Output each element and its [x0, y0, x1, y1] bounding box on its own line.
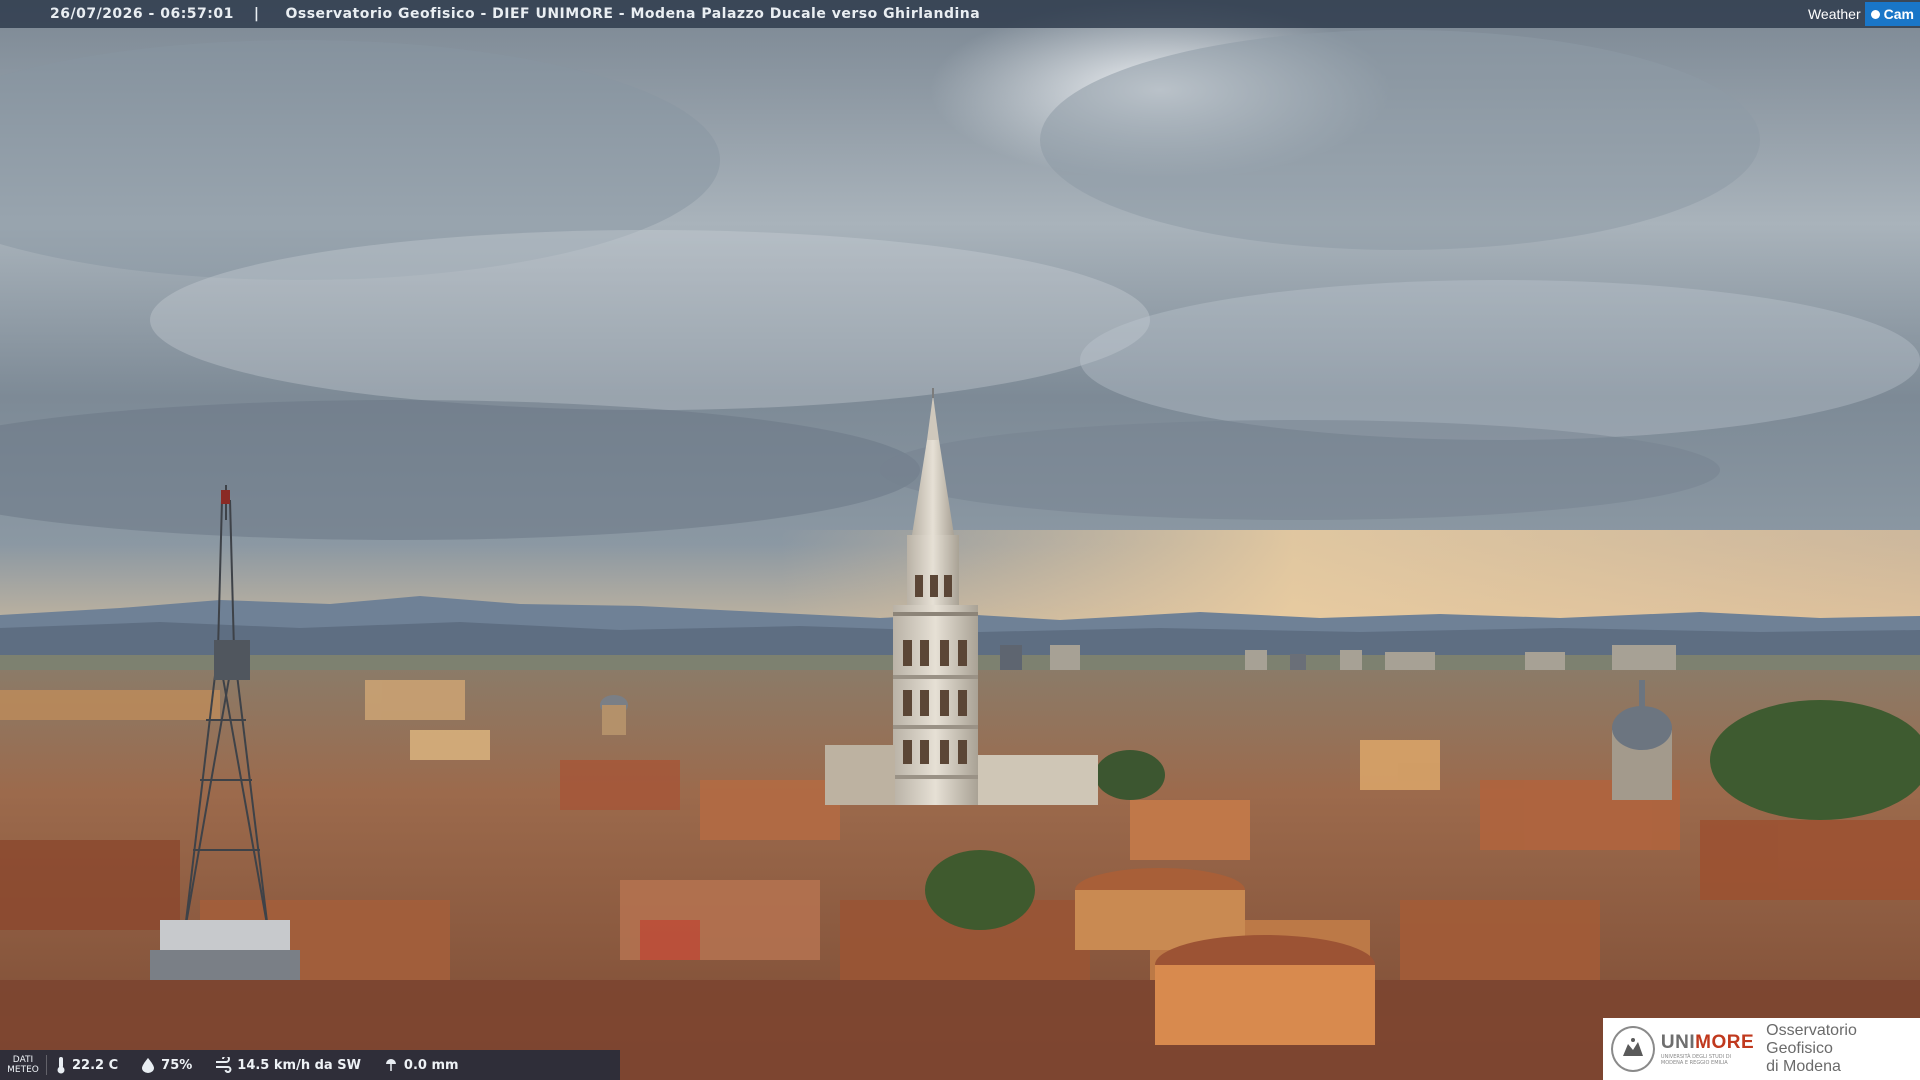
meteo-label-line1: DATI: [12, 1055, 34, 1065]
observatory-name: Osservatorio Geofisico di Modena: [1766, 1022, 1920, 1076]
humidity-reading: 75%: [140, 1057, 192, 1073]
thermometer-icon: [55, 1056, 67, 1074]
wind-reading: 14.5 km/h da SW: [214, 1057, 361, 1073]
weathercam-logo: Weather Cam: [1808, 0, 1920, 28]
camera-caption: Osservatorio Geofisico - DIEF UNIMORE - …: [285, 6, 981, 22]
brand-dot-icon: [1870, 9, 1880, 19]
wind-icon: [214, 1057, 232, 1073]
university-subtitle: UNIVERSITÀ DEGLI STUDI DI MODENA E REGGI…: [1660, 1054, 1732, 1066]
rain-gauge-icon: [383, 1057, 399, 1073]
brand-cam-text: Cam: [1883, 6, 1914, 22]
university-seal-icon: [1611, 1026, 1655, 1072]
caption-bar: 26/07/2026 - 06:57:01 | Osservatorio Geo…: [0, 0, 1920, 28]
humidity-icon: [140, 1057, 156, 1073]
humidity-value: 75%: [161, 1057, 193, 1073]
observatory-line1: Osservatorio Geofisico: [1766, 1022, 1857, 1057]
brand-weather-text: Weather: [1807, 6, 1861, 22]
rain-value: 0.0 mm: [403, 1057, 459, 1073]
timestamp: 26/07/2026 - 06:57:01: [50, 6, 234, 22]
observatory-line2: di Modena: [1766, 1058, 1841, 1075]
unimore-observatory-logo: UNIMORE UNIVERSITÀ DEGLI STUDI DI MODENA…: [1603, 1018, 1920, 1080]
weather-data-bar: DATI METEO 22.2 C 75% 14.5 km/h da SW 0.…: [0, 1050, 620, 1080]
university-name: UNIMORE: [1661, 1032, 1754, 1054]
university-name-block: UNIMORE UNIVERSITÀ DEGLI STUDI DI MODENA…: [1661, 1032, 1754, 1066]
caption-separator: |: [253, 6, 260, 22]
university-name-text: UNIMORE: [1660, 1032, 1755, 1053]
wind-value: 14.5 km/h da SW: [237, 1057, 361, 1073]
temperature-value: 22.2 C: [72, 1057, 119, 1073]
meteo-label: DATI METEO: [0, 1055, 47, 1075]
meteo-label-line2: METEO: [7, 1065, 39, 1075]
webcam-photo: [0, 0, 1920, 1080]
university-name-accent: MORE: [1695, 1032, 1755, 1053]
temperature-reading: 22.2 C: [55, 1056, 118, 1074]
rain-reading: 0.0 mm: [383, 1057, 459, 1073]
brand-cam-badge: Cam: [1864, 2, 1920, 26]
